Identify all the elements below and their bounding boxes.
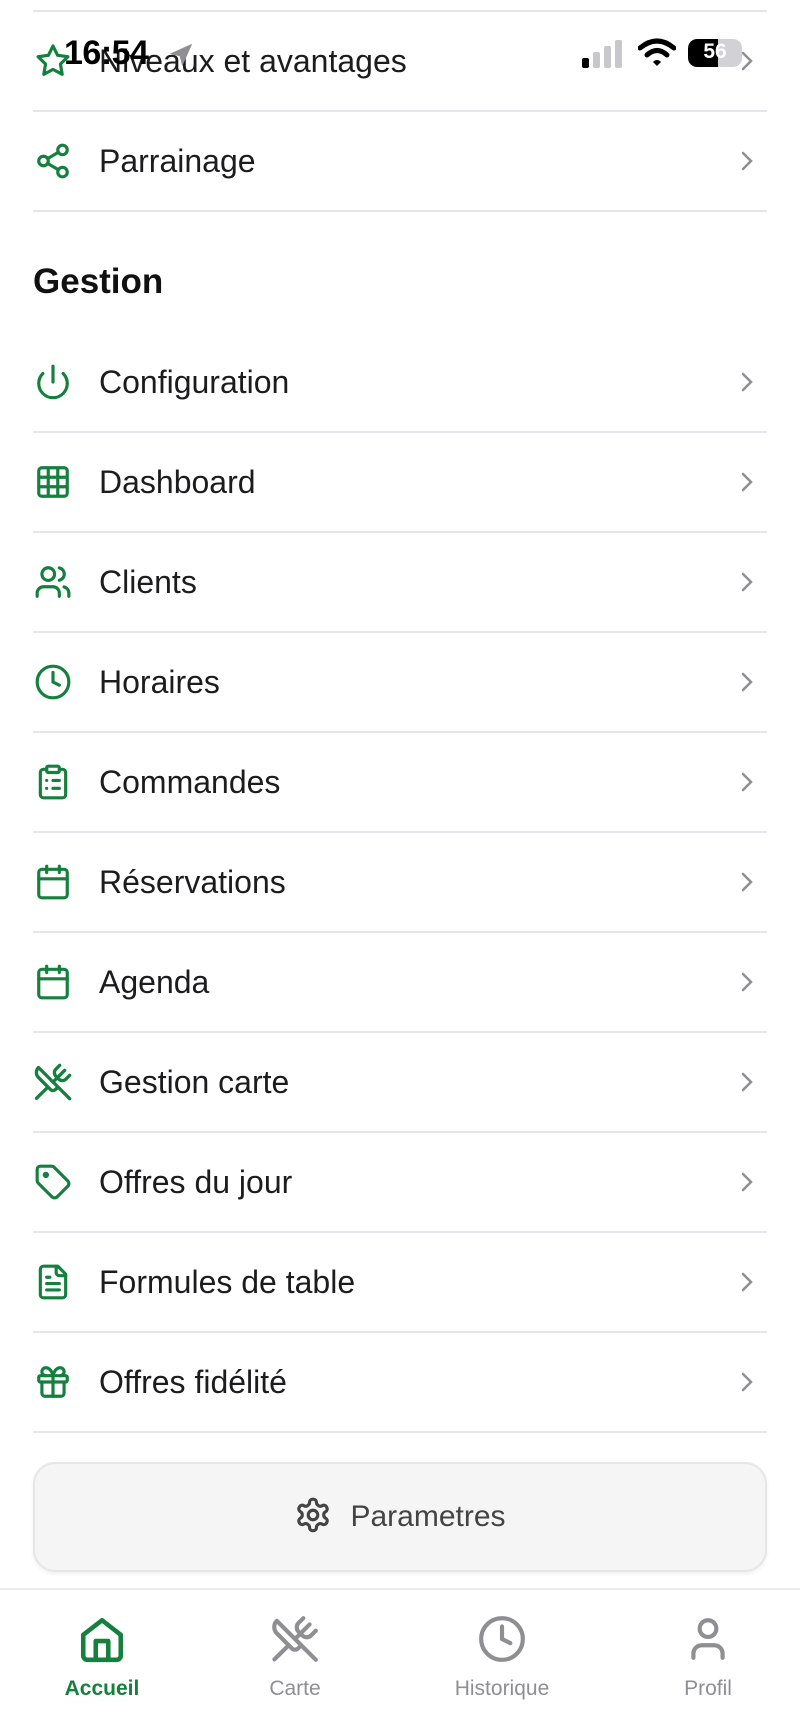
share-icon xyxy=(33,141,73,181)
chevron-right-icon xyxy=(741,972,753,992)
tag-icon xyxy=(33,1162,73,1202)
gift-icon xyxy=(33,1362,73,1402)
tab-accueil[interactable]: Accueil xyxy=(22,1614,182,1701)
menu-item-parrainage[interactable]: Parrainage xyxy=(33,112,767,212)
tab-label: Profil xyxy=(684,1677,732,1700)
chevron-right-icon xyxy=(741,1372,753,1392)
chevron-right-icon xyxy=(741,151,753,171)
menu-item-gestion-carte[interactable]: Gestion carte xyxy=(33,1033,767,1133)
menu-item-reservations[interactable]: Réservations xyxy=(33,833,767,933)
calendar-icon xyxy=(33,962,73,1002)
menu-item-label: Clients xyxy=(99,563,197,600)
file-text-icon xyxy=(33,1262,73,1302)
menu-item-label: Formules de table xyxy=(99,1263,356,1300)
menu-item-label: Niveaux et avantages xyxy=(99,42,407,79)
settings-button[interactable]: Parametres xyxy=(33,1462,767,1572)
utensils-crossed-icon xyxy=(33,1062,73,1102)
chevron-right-icon xyxy=(741,51,753,71)
menu-item-label: Dashboard xyxy=(99,463,256,500)
menu-item-dashboard[interactable]: Dashboard xyxy=(33,433,767,533)
clock-icon xyxy=(33,662,73,702)
tab-carte[interactable]: Carte xyxy=(215,1614,375,1701)
chevron-right-icon xyxy=(741,672,753,692)
power-icon xyxy=(33,362,73,402)
menu-item-configuration[interactable]: Configuration xyxy=(33,333,767,433)
menu-item-label: Réservations xyxy=(99,863,286,900)
star-icon xyxy=(33,41,73,81)
clipboard-list-icon xyxy=(33,762,73,802)
menu-item-label: Offres du jour xyxy=(99,1163,293,1200)
menu-item-label: Configuration xyxy=(99,363,290,400)
menu-item-clients[interactable]: Clients xyxy=(33,533,767,633)
chevron-right-icon xyxy=(741,572,753,592)
menu-item-niveaux-et-avantages[interactable]: Niveaux et avantages xyxy=(33,12,767,112)
menu-item-horaires[interactable]: Horaires xyxy=(33,633,767,733)
section-title: Gestion xyxy=(33,262,164,301)
menu-item-label: Gestion carte xyxy=(99,1063,290,1100)
home-icon xyxy=(77,1614,127,1669)
menu-item-offres-du-jour[interactable]: Offres du jour xyxy=(33,1133,767,1233)
chevron-right-icon xyxy=(741,1072,753,1092)
bottom-tab-bar: Accueil Carte Historique Profil xyxy=(0,1588,800,1731)
users-icon xyxy=(33,562,73,602)
menu-item-label: Parrainage xyxy=(99,142,256,179)
user-icon xyxy=(683,1614,733,1669)
chevron-right-icon xyxy=(741,372,753,392)
menu-item-label: Commandes xyxy=(99,763,281,800)
menu-item-commandes[interactable]: Commandes xyxy=(33,733,767,833)
gear-icon xyxy=(294,1496,332,1539)
tab-label: Historique xyxy=(454,1677,550,1700)
tab-label: Accueil xyxy=(64,1677,140,1700)
chevron-right-icon xyxy=(741,772,753,792)
tab-profil[interactable]: Profil xyxy=(628,1614,788,1701)
menu-item-offres-fidelite[interactable]: Offres fidélité xyxy=(33,1333,767,1433)
calendar-icon xyxy=(33,862,73,902)
menu-item-label: Offres fidélité xyxy=(99,1363,287,1400)
chevron-right-icon xyxy=(741,1272,753,1292)
tab-label: Carte xyxy=(269,1677,321,1700)
menu-item-agenda[interactable]: Agenda xyxy=(33,933,767,1033)
menu-item-label: Horaires xyxy=(99,663,220,700)
chevron-right-icon xyxy=(741,1172,753,1192)
utensils-crossed-icon xyxy=(270,1614,320,1669)
clock-icon xyxy=(477,1614,527,1669)
tab-historique[interactable]: Historique xyxy=(422,1614,582,1701)
menu-item-formules-de-table[interactable]: Formules de table xyxy=(33,1233,767,1333)
grid-icon xyxy=(33,462,73,502)
chevron-right-icon xyxy=(741,872,753,892)
settings-button-label: Parametres xyxy=(350,1500,506,1533)
menu-item-label: Agenda xyxy=(99,963,210,1000)
profile-menu-screen: 16:54 56 Niveaux et avantages Parrainage… xyxy=(0,0,800,1731)
chevron-right-icon xyxy=(741,472,753,492)
